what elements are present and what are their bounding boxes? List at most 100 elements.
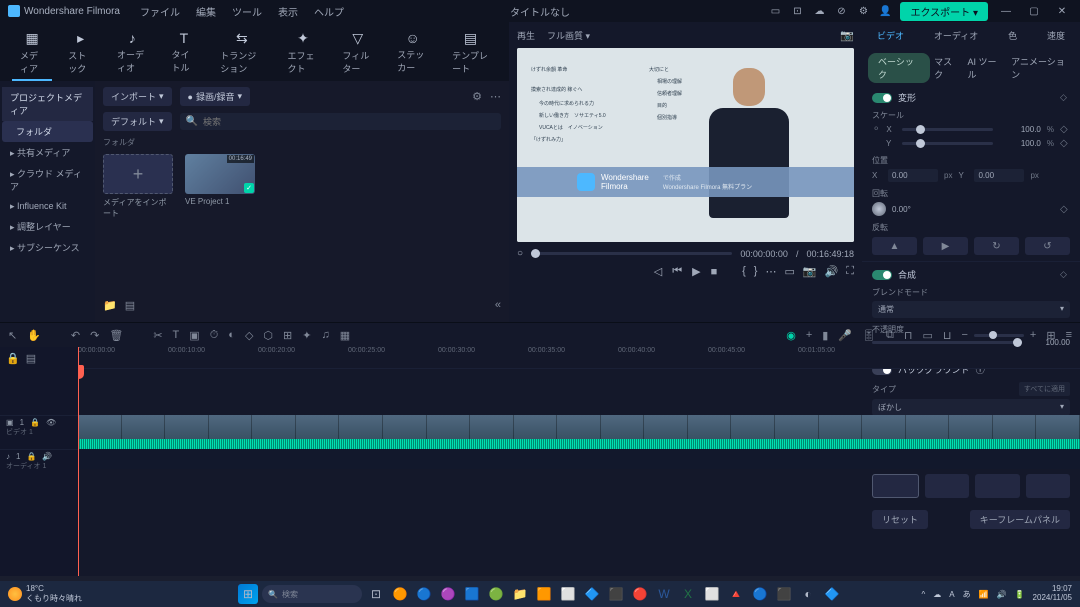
app-icon-8[interactable]: 🔷 xyxy=(582,584,602,604)
export-button[interactable]: エクスポート ▾ xyxy=(900,2,988,21)
record-dropdown[interactable]: ● 録画/録音 ▾ xyxy=(180,87,250,106)
tray-cloud-icon[interactable]: ☁ xyxy=(933,590,941,599)
tl-group-icon[interactable]: ▦ xyxy=(340,329,350,342)
sidebar-cloud-media[interactable]: ▸ クラウド メディア xyxy=(2,163,93,197)
app-icon-3[interactable]: 🟣 xyxy=(438,584,458,604)
tl-render-icon[interactable]: ▭ xyxy=(922,329,932,342)
tl-pointer-icon[interactable]: ↖ xyxy=(8,329,17,342)
sidebar-folder[interactable]: フォルダ xyxy=(2,121,93,142)
gift-icon[interactable]: ⚙ xyxy=(856,4,870,18)
new-folder-icon[interactable]: 📁 xyxy=(103,299,117,312)
reset-transform-icon[interactable]: ◇ xyxy=(1060,92,1070,103)
preview-scrubber[interactable] xyxy=(531,252,732,255)
prev-frame-button[interactable]: ◁ xyxy=(654,265,662,278)
scale-y-value[interactable]: 100.0 xyxy=(999,139,1041,148)
snapshot2-icon[interactable]: 📷 xyxy=(803,265,817,278)
collapse-icon[interactable]: « xyxy=(495,299,501,312)
maximize-button[interactable]: ▢ xyxy=(1024,6,1044,17)
word-icon[interactable]: W xyxy=(654,584,674,604)
tl-track-icon[interactable]: ⊞ xyxy=(283,329,292,342)
zoom-in-button[interactable]: + xyxy=(1030,329,1036,341)
subtab-ai[interactable]: AI ツール xyxy=(963,53,1007,83)
more-icon[interactable]: ⋯ xyxy=(490,90,501,103)
tl-snap-icon[interactable]: ⊓ xyxy=(904,329,913,342)
capture-icon[interactable]: ⊡ xyxy=(790,4,804,18)
timeline-ruler[interactable]: 00:00:00:00 00:00:10:00 00:00:20:00 00:0… xyxy=(78,347,1080,369)
tab-audio[interactable]: ♪オーディオ xyxy=(109,26,155,81)
prop-tab-audio[interactable]: オーディオ xyxy=(928,26,984,45)
app-icon-4[interactable]: 🟦 xyxy=(462,584,482,604)
mark-in-button[interactable]: { xyxy=(742,265,746,278)
composite-toggle[interactable] xyxy=(872,270,892,280)
tab-transition[interactable]: ⇆トランジション xyxy=(212,26,271,81)
tl-ai-icon[interactable]: ✦ xyxy=(302,329,311,342)
search-box[interactable]: 🔍 xyxy=(180,113,501,130)
rotate-cw-button[interactable]: ↻ xyxy=(974,237,1019,255)
app-icon-5[interactable]: 🟢 xyxy=(486,584,506,604)
flip-h-button[interactable]: ▲ xyxy=(872,237,917,255)
tab-media[interactable]: ▦メディア xyxy=(12,26,52,81)
explorer-icon[interactable]: 📁 xyxy=(510,584,530,604)
prop-tab-color[interactable]: 色 xyxy=(1002,26,1023,45)
link-icon[interactable]: ⚬ xyxy=(872,124,880,135)
tl-magnet-icon[interactable]: ⊔ xyxy=(943,329,952,342)
audio-track-header[interactable]: ♪ 1 🔒 🔊 オーディオ 1 xyxy=(0,449,78,473)
prop-tab-video[interactable]: ビデオ xyxy=(871,26,910,45)
app-icon-15[interactable]: ◐ xyxy=(798,584,818,604)
tl-hand-icon[interactable]: ✋ xyxy=(27,329,41,342)
tray-wifi-icon[interactable]: 📶 xyxy=(979,590,989,599)
rotation-dial[interactable] xyxy=(872,202,886,216)
app-icon-1[interactable]: 🟠 xyxy=(390,584,410,604)
tl-fit-icon[interactable]: ⊞ xyxy=(1046,329,1055,342)
pos-y-input[interactable] xyxy=(974,169,1024,182)
transform-toggle[interactable] xyxy=(872,93,892,103)
start-button[interactable]: ⊞ xyxy=(238,584,258,604)
excel-icon[interactable]: X xyxy=(678,584,698,604)
fullscreen-icon[interactable]: ⛶ xyxy=(846,265,854,278)
tl-mask-icon[interactable]: ⬡ xyxy=(263,329,273,342)
blend-mode-select[interactable]: 通常▾ xyxy=(872,301,1070,318)
tl-link-icon[interactable]: ⧉ xyxy=(886,329,894,342)
taskbar-clock[interactable]: 19:07 2024/11/05 xyxy=(1033,585,1072,603)
video-track-header[interactable]: ▣ 1 🔒 👁 ビデオ 1 xyxy=(0,415,78,449)
app-icon-11[interactable]: ⬜ xyxy=(702,584,722,604)
tray-up-icon[interactable]: ^ xyxy=(922,590,926,599)
cloud-icon[interactable]: ☁ xyxy=(812,4,826,18)
audio-track[interactable] xyxy=(78,449,1080,469)
menu-file[interactable]: ファイル xyxy=(140,4,180,19)
tray-ime-icon[interactable]: あ xyxy=(963,589,971,600)
video-clip[interactable] xyxy=(78,415,1080,449)
tl-lock-icon[interactable]: 🔒 xyxy=(6,352,20,365)
tab-title[interactable]: Tタイトル xyxy=(164,26,205,81)
media-clip-thumb[interactable]: 00:16:49 ✓ xyxy=(185,154,255,194)
sort-dropdown[interactable]: デフォルト ▾ xyxy=(103,112,172,131)
play-button[interactable]: ▶ xyxy=(692,265,700,278)
step-back-button[interactable]: ⏮ xyxy=(672,265,682,278)
filmora-task-icon[interactable]: 🔷 xyxy=(822,584,842,604)
kf-scale-x-icon[interactable]: ◇ xyxy=(1060,124,1070,135)
sidebar-adjust-layer[interactable]: ▸ 調整レイヤー xyxy=(2,216,93,237)
tray-lang-icon[interactable]: A xyxy=(949,590,954,599)
import-media-button[interactable]: + xyxy=(103,154,173,194)
menu-view[interactable]: 表示 xyxy=(278,4,298,19)
playhead[interactable] xyxy=(78,347,79,576)
app-icon-12[interactable]: 🔺 xyxy=(726,584,746,604)
tab-template[interactable]: ▤テンプレート xyxy=(444,26,497,81)
lock-icon[interactable]: 🔒 xyxy=(30,418,40,427)
eye-icon[interactable]: 👁 xyxy=(46,418,56,427)
tl-voice-icon[interactable]: 🎤 xyxy=(838,329,852,342)
tl-split-icon[interactable]: ✂ xyxy=(153,329,162,342)
app-icon-2[interactable]: 🔵 xyxy=(414,584,434,604)
app-icon-14[interactable]: ⬛ xyxy=(774,584,794,604)
tl-redo-icon[interactable]: ↷ xyxy=(90,329,99,342)
taskbar-search[interactable]: 🔍検索 xyxy=(262,585,362,603)
lock2-icon[interactable]: 🔒 xyxy=(26,452,36,461)
tl-crop-icon[interactable]: ▣ xyxy=(189,329,199,342)
more-preview-icon[interactable]: ⋯ xyxy=(765,265,776,278)
sidebar-influence-kit[interactable]: ▸ Influence Kit xyxy=(2,197,93,216)
app-icon-13[interactable]: 🔵 xyxy=(750,584,770,604)
preview-viewport[interactable]: けずれ余韻 革命 摸索され達成的 稼ぐへ 今の時代に求められる力 新しい働き方 … xyxy=(517,48,854,242)
display-icon[interactable]: ▭ xyxy=(784,265,794,278)
subtab-mask[interactable]: マスク xyxy=(930,53,963,83)
app-icon-10[interactable]: 🔴 xyxy=(630,584,650,604)
